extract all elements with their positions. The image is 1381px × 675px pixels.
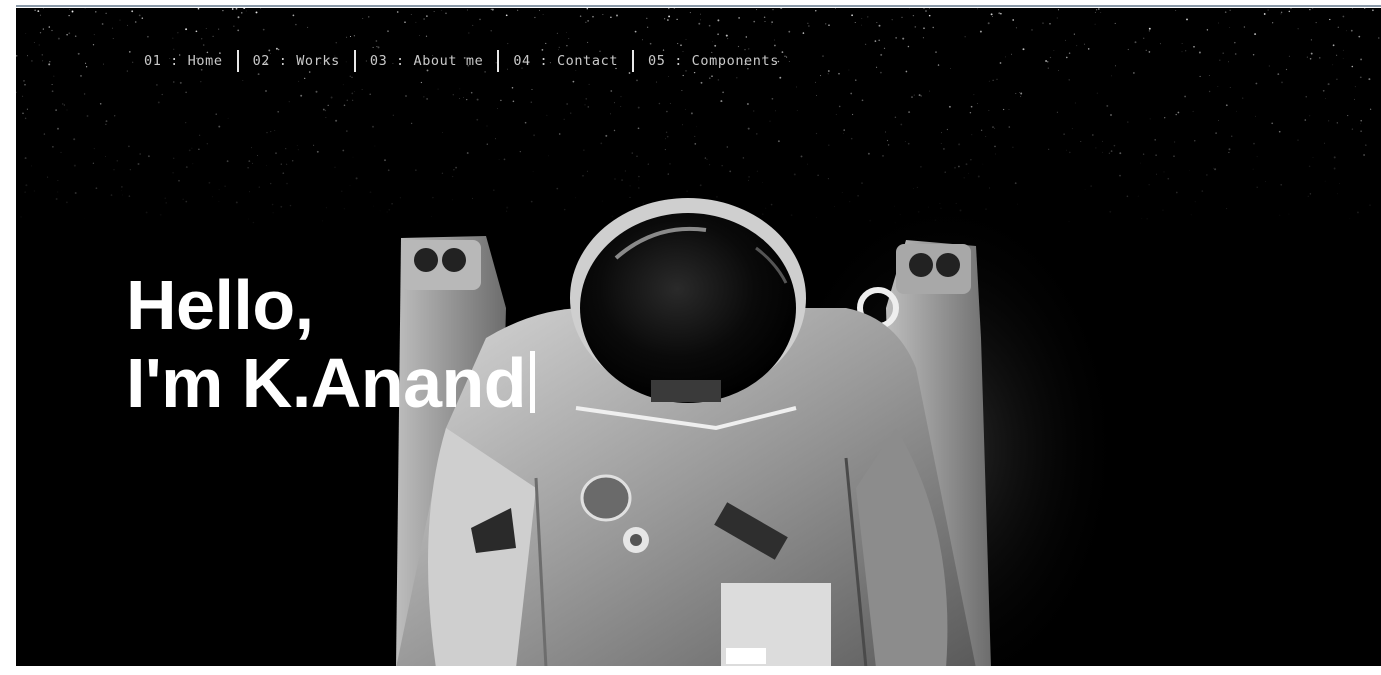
nav-item-home[interactable]: 01 : Home: [144, 50, 237, 72]
greeting-line-1: Hello,: [126, 266, 314, 344]
bottom-border: [0, 666, 1381, 675]
main-nav: 01 : Home 02 : Works 03 : About me 04 : …: [144, 50, 793, 72]
top-border: [0, 0, 1381, 8]
greeting-name: I'm K.Anand: [126, 344, 527, 422]
nav-item-contact[interactable]: 04 : Contact: [499, 50, 632, 72]
nav-item-components[interactable]: 05 : Components: [634, 50, 793, 72]
typing-cursor: [530, 351, 536, 413]
nav-item-about-me[interactable]: 03 : About me: [356, 50, 497, 72]
hero-section: 01 : Home 02 : Works 03 : About me 04 : …: [16, 8, 1381, 666]
greeting-line-2: I'm K.Anand: [126, 344, 536, 422]
hero-greeting: Hello, I'm K.Anand: [126, 266, 536, 422]
top-border-line: [16, 5, 1381, 7]
nav-item-works[interactable]: 02 : Works: [239, 50, 354, 72]
